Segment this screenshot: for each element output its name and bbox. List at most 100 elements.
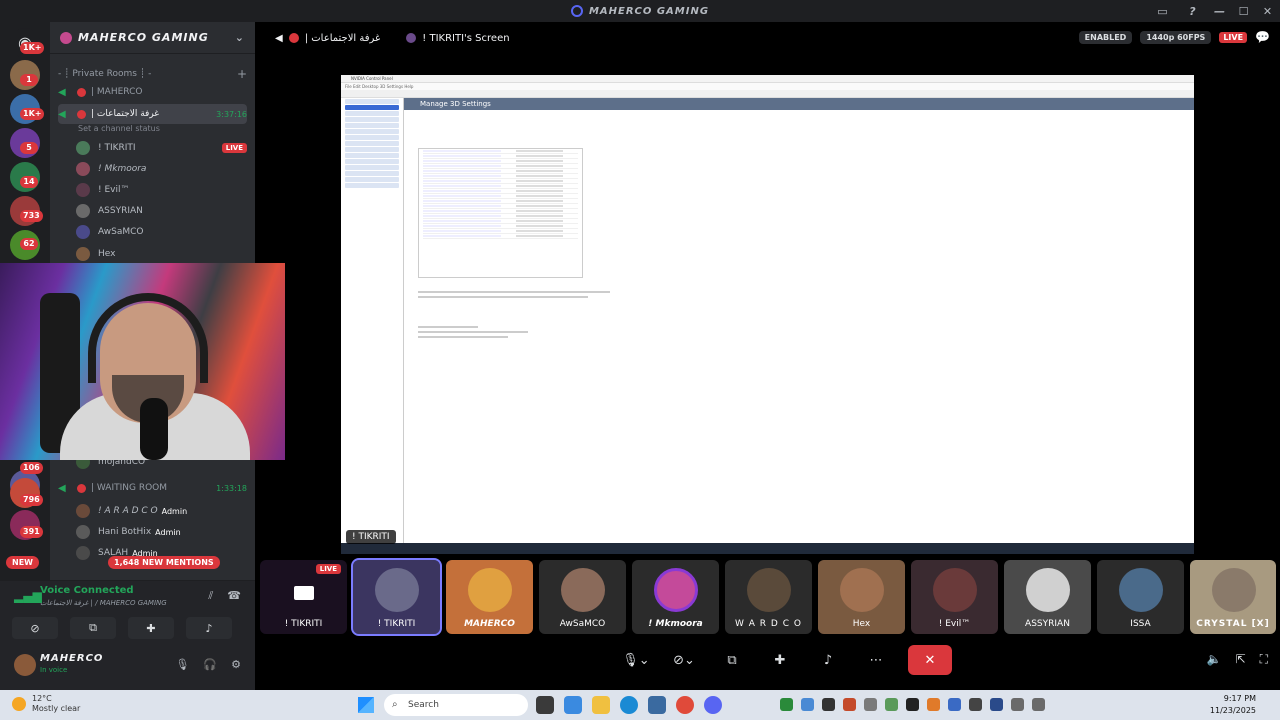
close-window-button[interactable]: ✕ — [1256, 5, 1280, 18]
participant-tile[interactable]: LIVE ! TIKRITI — [260, 560, 347, 634]
participant-tile[interactable]: CRYSTAL [X] — [1190, 560, 1276, 634]
chat-bubble-icon[interactable]: 💬 — [1255, 30, 1270, 44]
chevron-down-icon[interactable]: ⌄ — [235, 31, 245, 44]
copilot-icon[interactable] — [564, 696, 582, 714]
camera-off-button[interactable]: ⊘ — [12, 617, 58, 639]
edge-icon[interactable] — [620, 696, 638, 714]
webcam-overlay[interactable] — [0, 263, 285, 460]
server-header[interactable]: MAHERCO GAMING ⌄ — [50, 22, 255, 54]
participant-tile[interactable]: ! Evil™ — [911, 560, 998, 634]
speaker-icon: ◀ — [275, 32, 283, 44]
avatar — [76, 525, 90, 539]
tray-app-icon[interactable] — [843, 698, 856, 711]
shared-screen[interactable]: NVIDIA Control Panel File Edit Desktop 3… — [341, 75, 1194, 554]
tray-app-icon[interactable] — [801, 698, 814, 711]
activities-button[interactable]: ✚ — [128, 617, 174, 639]
participant-name: W A R D C O — [735, 619, 802, 629]
user-avatar[interactable] — [14, 654, 36, 676]
participant-tile[interactable]: Hex — [818, 560, 905, 634]
tray-app-icon[interactable] — [864, 698, 877, 711]
participant-tile[interactable]: ! TIKRITI — [351, 558, 442, 636]
participant-tile[interactable]: AwSaMCO — [539, 560, 626, 634]
taskbar-clock[interactable]: 9:17 PM 11/23/2025 — [1210, 693, 1256, 717]
settings-gear-icon[interactable]: ⚙ — [231, 658, 241, 671]
channel-meeting-room[interactable]: ◀ | غرفة الاجتماعات 3:37:16 — [58, 104, 247, 124]
add-channel-icon[interactable]: + — [237, 67, 247, 81]
voice-member[interactable]: ! TIKRITI LIVE — [76, 138, 247, 158]
tray-app-icon[interactable] — [906, 698, 919, 711]
guild-badge: 733 — [20, 210, 43, 222]
voice-member[interactable]: ! A R A D C O Admin — [76, 501, 247, 521]
help-icon[interactable]: ? — [1178, 5, 1208, 18]
inbox-icon[interactable]: ▭ — [1148, 5, 1178, 18]
wifi-icon[interactable] — [1011, 698, 1024, 711]
disconnect-icon[interactable]: ☎ — [227, 589, 241, 603]
camera-button[interactable]: ⊘⌄ — [668, 646, 700, 674]
tray-app-icon[interactable] — [780, 698, 793, 711]
share-screen-button[interactable]: ⧉ — [70, 617, 116, 639]
category-private-rooms[interactable]: - ┊ Private Rooms ┊ - + — [58, 64, 247, 84]
more-options-button[interactable]: ⋯ — [860, 646, 892, 674]
voice-subtitle[interactable]: غرفة الاجتماعات | / MAHERCO GAMING — [40, 599, 167, 607]
participant-strip: LIVE ! TIKRITI ! TIKRITI MAHERCO AwSaMCO… — [258, 558, 1280, 636]
participant-tile[interactable]: MAHERCO — [446, 560, 533, 634]
user-panel: MAHERCO In voice 🎙 🎧 ⚙ — [0, 646, 255, 690]
taskbar-search[interactable]: ⌕ Search — [384, 694, 528, 716]
voice-member[interactable]: ASSYRIAN — [76, 201, 247, 221]
voice-member[interactable]: AwSaMCO — [76, 222, 247, 242]
voice-member[interactable]: Hani BotHix Admin — [76, 522, 247, 542]
chrome-icon[interactable] — [676, 696, 694, 714]
stream-channel-name[interactable]: | غرفة الاجتماعات — [305, 33, 381, 44]
activities-button[interactable]: ✚ — [764, 646, 796, 674]
store-icon[interactable] — [648, 696, 666, 714]
soundboard-button[interactable]: ♪ — [812, 646, 844, 674]
participant-tile[interactable]: ISSA — [1097, 560, 1184, 634]
tray-app-icon[interactable] — [990, 698, 1003, 711]
signal-icon[interactable]: ▂▄▆ — [14, 589, 42, 603]
minimize-button[interactable]: — — [1208, 5, 1232, 18]
voice-title: Voice Connected — [40, 585, 134, 596]
file-explorer-icon[interactable] — [592, 696, 610, 714]
microphone-icon[interactable]: 🎙 — [175, 658, 189, 671]
participant-tile[interactable]: ASSYRIAN — [1004, 560, 1091, 634]
guild-badge: 1K+ — [20, 108, 45, 120]
avatar — [747, 568, 791, 612]
headphones-icon[interactable]: 🎧 — [203, 658, 217, 671]
voice-member[interactable]: ! Evil™ — [76, 180, 247, 200]
participant-tile[interactable]: ! Mkmoora — [632, 560, 719, 634]
temperature: 12°C — [32, 694, 52, 703]
channel-status-prompt[interactable]: Set a channel status — [78, 124, 160, 133]
tray-app-icon[interactable] — [948, 698, 961, 711]
share-screen-button[interactable]: ⧉ — [716, 646, 748, 674]
channel-timer: 3:37:16 — [216, 109, 247, 119]
soundboard-button[interactable]: ♪ — [186, 617, 232, 639]
discord-icon[interactable] — [704, 696, 722, 714]
channel-waiting-room[interactable]: ◀ | WAITING ROOM 1:33:18 — [58, 478, 247, 498]
enabled-badge[interactable]: ENABLED — [1078, 30, 1133, 44]
voice-member[interactable]: Hex — [76, 244, 247, 264]
task-view-icon[interactable] — [536, 696, 554, 714]
weather-widget[interactable]: 12°C Mostly clear — [12, 694, 80, 714]
call-controls: 🎙⌄ ⊘⌄ ⧉ ✚ ♪ ⋯ ✕ — [620, 645, 952, 675]
live-badge: LIVE — [221, 143, 247, 153]
mentions-pill[interactable]: 1,648 NEW MENTIONS — [108, 556, 220, 569]
noise-suppression-icon[interactable]: ⫽ — [208, 589, 213, 603]
windows-start-icon[interactable] — [358, 697, 374, 713]
popout-icon[interactable]: ⇱ — [1236, 652, 1246, 667]
tray-app-icon[interactable] — [927, 698, 940, 711]
voice-member[interactable]: ! Mkmoora — [76, 159, 247, 179]
tray-app-icon[interactable] — [969, 698, 982, 711]
shared-window-title: NVIDIA Control Panel — [341, 75, 1194, 83]
volume-icon[interactable]: 🔈 — [1207, 652, 1222, 667]
leave-stream-button[interactable]: ✕ — [908, 645, 952, 675]
participant-tile[interactable]: W A R D C O — [725, 560, 812, 634]
participant-name: ASSYRIAN — [1025, 619, 1070, 629]
new-pill[interactable]: NEW — [6, 556, 39, 569]
volume-icon[interactable] — [1032, 698, 1045, 711]
tray-app-icon[interactable] — [885, 698, 898, 711]
fullscreen-icon[interactable]: ⛶ — [1260, 652, 1268, 667]
tray-app-icon[interactable] — [822, 698, 835, 711]
maximize-button[interactable]: ☐ — [1232, 5, 1256, 18]
channel-maherco[interactable]: ◀ | MAHERCO — [58, 82, 247, 102]
microphone-button[interactable]: 🎙⌄ — [620, 646, 652, 674]
